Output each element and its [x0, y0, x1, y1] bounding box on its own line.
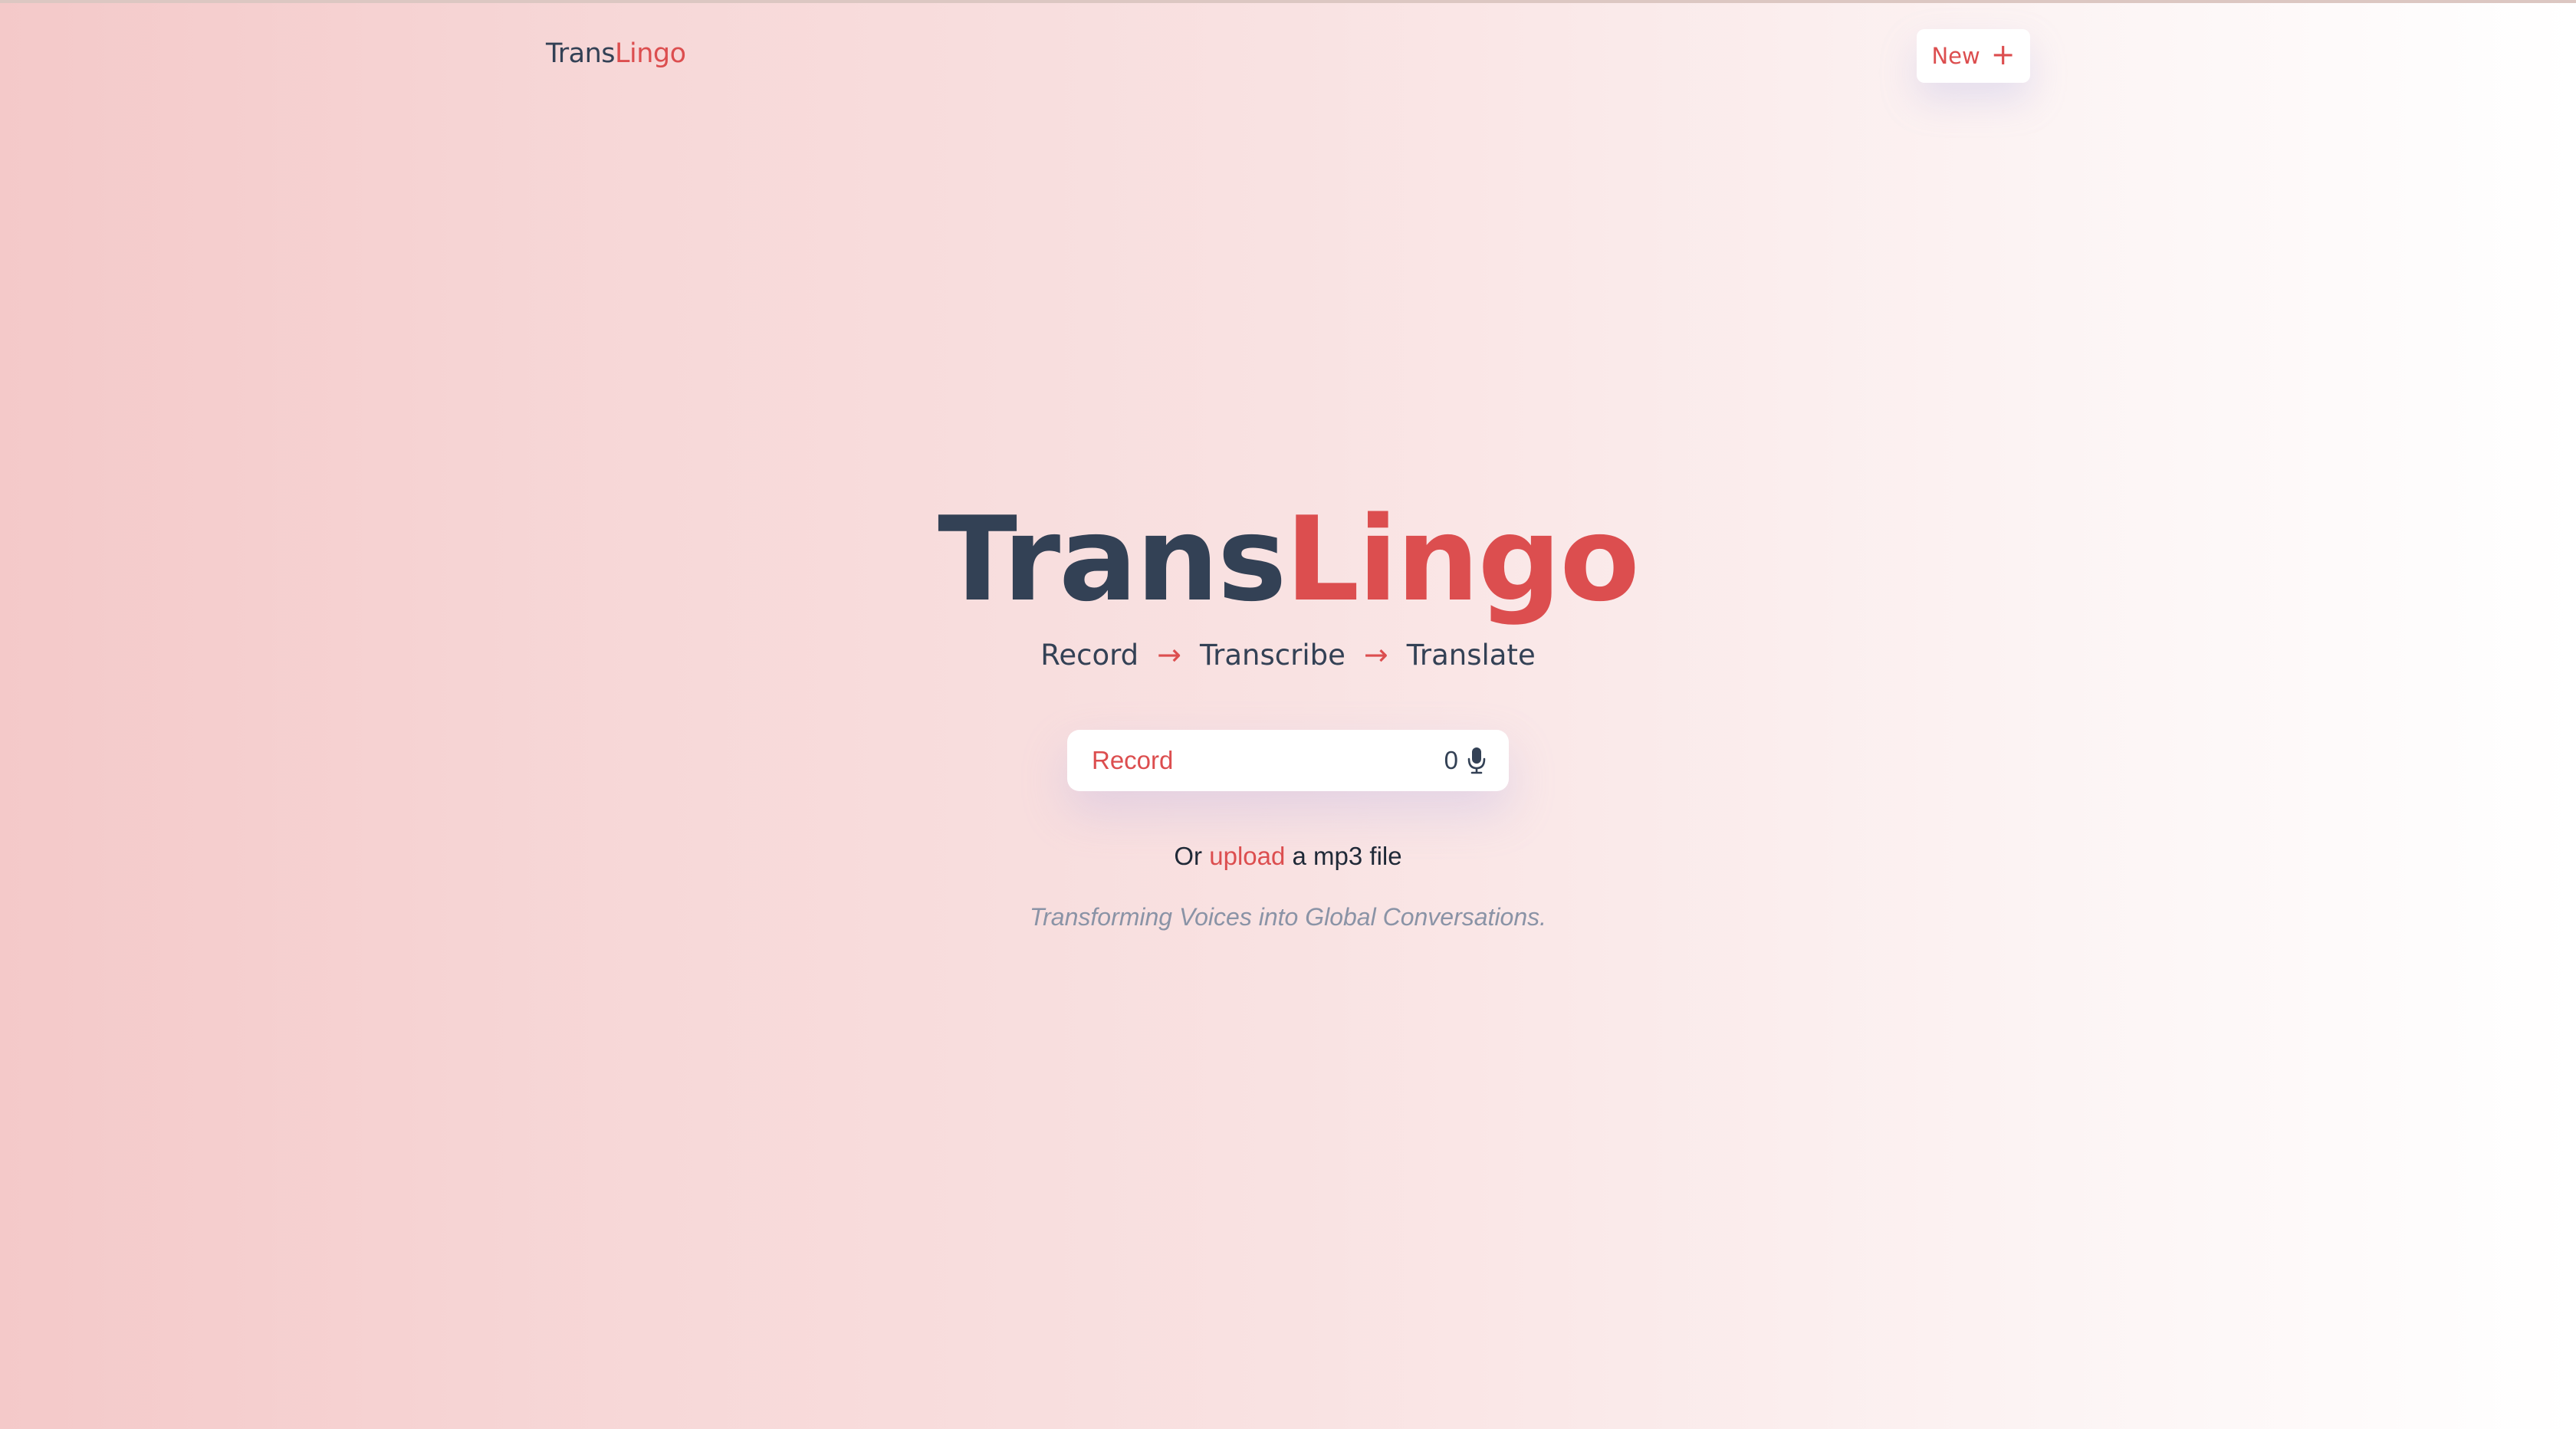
step-record: Record — [1040, 638, 1139, 672]
upload-link[interactable]: upload — [1209, 842, 1285, 870]
hero-title-lingo: Lingo — [1285, 491, 1639, 627]
tagline: Transforming Voices into Global Conversa… — [1029, 903, 1547, 931]
plus-icon: + — [1990, 38, 2016, 71]
step-transcribe: Transcribe — [1199, 638, 1346, 672]
header-logo-lingo: Lingo — [615, 38, 686, 69]
step-translate: Translate — [1406, 638, 1536, 672]
new-button[interactable]: New + — [1917, 29, 2030, 83]
upload-prompt: Or upload a mp3 file — [0, 842, 2576, 871]
top-border — [0, 0, 2576, 3]
hero-title: TransLingo — [0, 491, 2576, 629]
record-button[interactable]: Record 0 — [1067, 730, 1509, 791]
arrow-right-icon: → — [1363, 638, 1388, 672]
hero-title-trans: Trans — [938, 491, 1286, 627]
upload-prefix: Or — [1174, 842, 1203, 870]
record-label: Record — [1092, 746, 1174, 774]
record-duration: 0 — [1444, 746, 1458, 774]
header-logo[interactable]: TransLingo — [546, 38, 686, 69]
header-logo-trans: Trans — [546, 38, 616, 69]
microphone-icon — [1467, 747, 1486, 774]
new-button-label: New — [1931, 43, 1980, 69]
workflow-steps: Record → Transcribe → Translate — [0, 638, 2576, 672]
arrow-right-icon: → — [1157, 638, 1181, 672]
upload-suffix: a mp3 file — [1292, 842, 1402, 870]
